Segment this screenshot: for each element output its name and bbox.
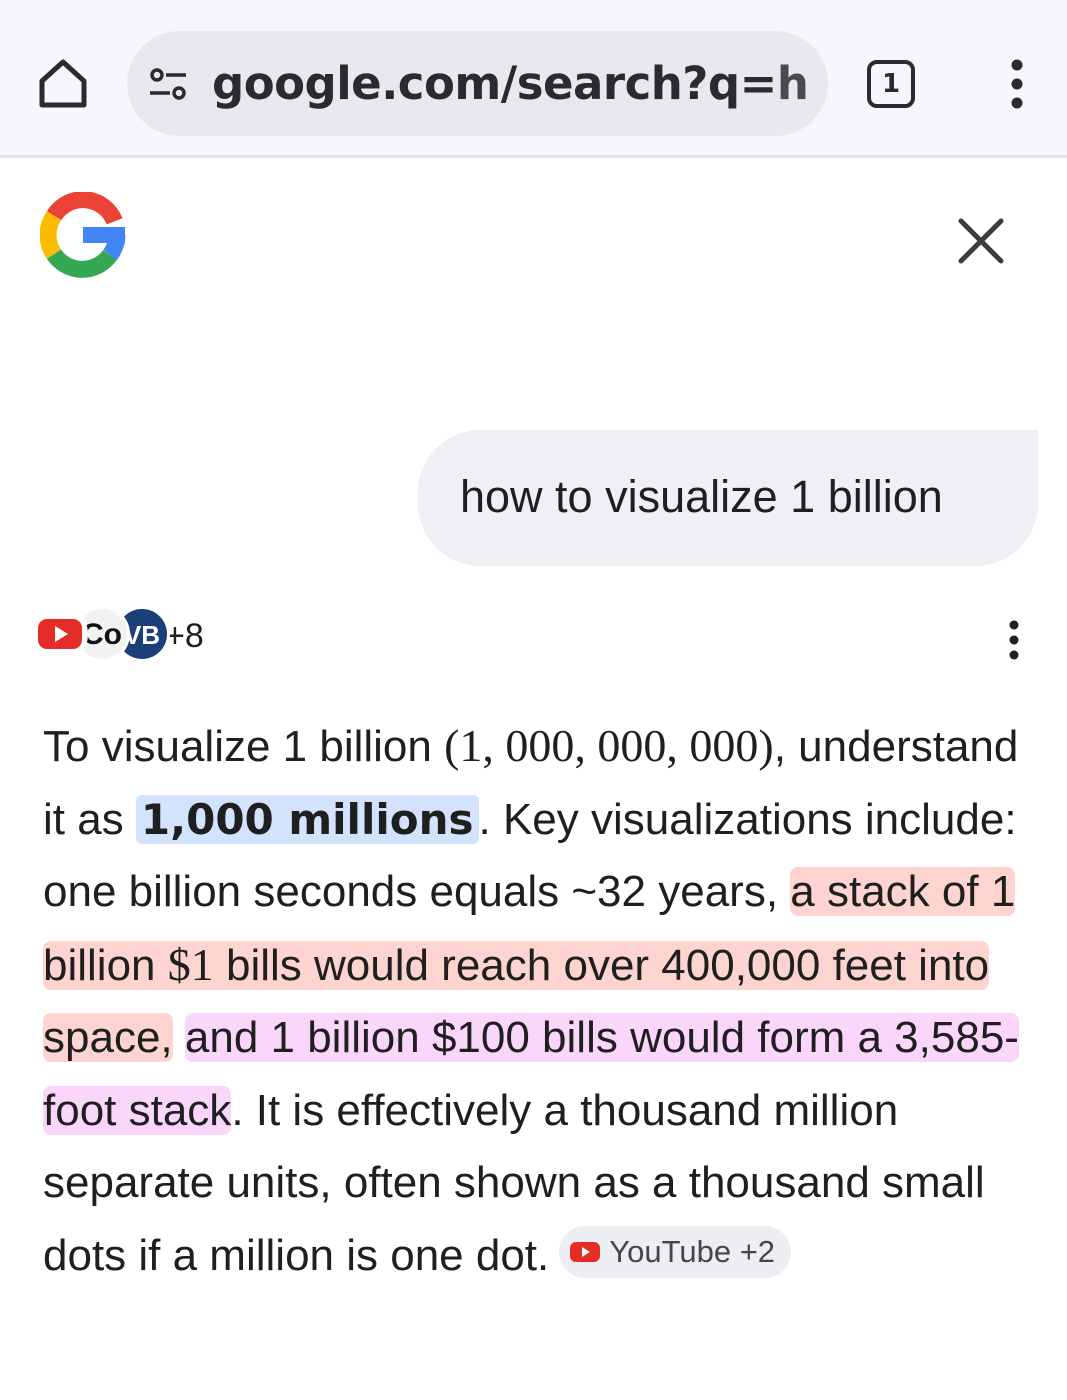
citation-label: YouTube +2 bbox=[609, 1233, 776, 1269]
url-domain-path: google.com/search?q= bbox=[212, 57, 777, 110]
home-button[interactable] bbox=[34, 55, 92, 113]
answer-text: To visualize 1 billion bbox=[43, 722, 445, 771]
home-icon bbox=[39, 59, 87, 108]
more-vert-icon bbox=[1009, 620, 1019, 660]
browser-toolbar: google.com/search?q=how to visualize 1 b… bbox=[0, 0, 1067, 158]
tune-icon[interactable] bbox=[148, 66, 188, 102]
more-vert-icon bbox=[1011, 59, 1023, 109]
tab-count: 1 bbox=[881, 69, 901, 99]
citation-chip[interactable]: YouTube +2 bbox=[559, 1225, 792, 1278]
youtube-icon bbox=[570, 1241, 601, 1262]
answer-more-options-button[interactable] bbox=[996, 612, 1032, 668]
google-g-logo bbox=[40, 192, 126, 278]
ai-overview-answer: To visualize 1 billion (1, 000, 000, 000… bbox=[43, 710, 1043, 1292]
answer-math-number: (1, 000, 000, 000) bbox=[444, 720, 774, 771]
browser-menu-button[interactable] bbox=[996, 56, 1038, 112]
address-bar[interactable]: google.com/search?q=how to visualize 1 b… bbox=[127, 31, 828, 136]
sources-button[interactable]: Co VB +8 bbox=[32, 606, 252, 666]
url-query: how to visualize 1 billion bbox=[776, 57, 807, 110]
close-button[interactable] bbox=[953, 213, 1009, 269]
answer-math-dollar: $1 bbox=[167, 938, 214, 990]
answer-text bbox=[173, 1013, 185, 1062]
url-text[interactable]: google.com/search?q=how to visualize 1 b… bbox=[212, 53, 807, 115]
youtube-icon bbox=[38, 619, 82, 649]
answer-key-term-highlight[interactable]: 1,000 millions bbox=[135, 794, 479, 844]
close-icon bbox=[958, 218, 1004, 264]
tab-switcher-button[interactable]: 1 bbox=[867, 60, 915, 108]
user-query-bubble: how to visualize 1 billion bbox=[418, 430, 1038, 566]
source-favicon-youtube bbox=[32, 606, 88, 662]
user-query-text: how to visualize 1 billion bbox=[460, 471, 943, 522]
sources-count: +8 bbox=[165, 617, 204, 655]
